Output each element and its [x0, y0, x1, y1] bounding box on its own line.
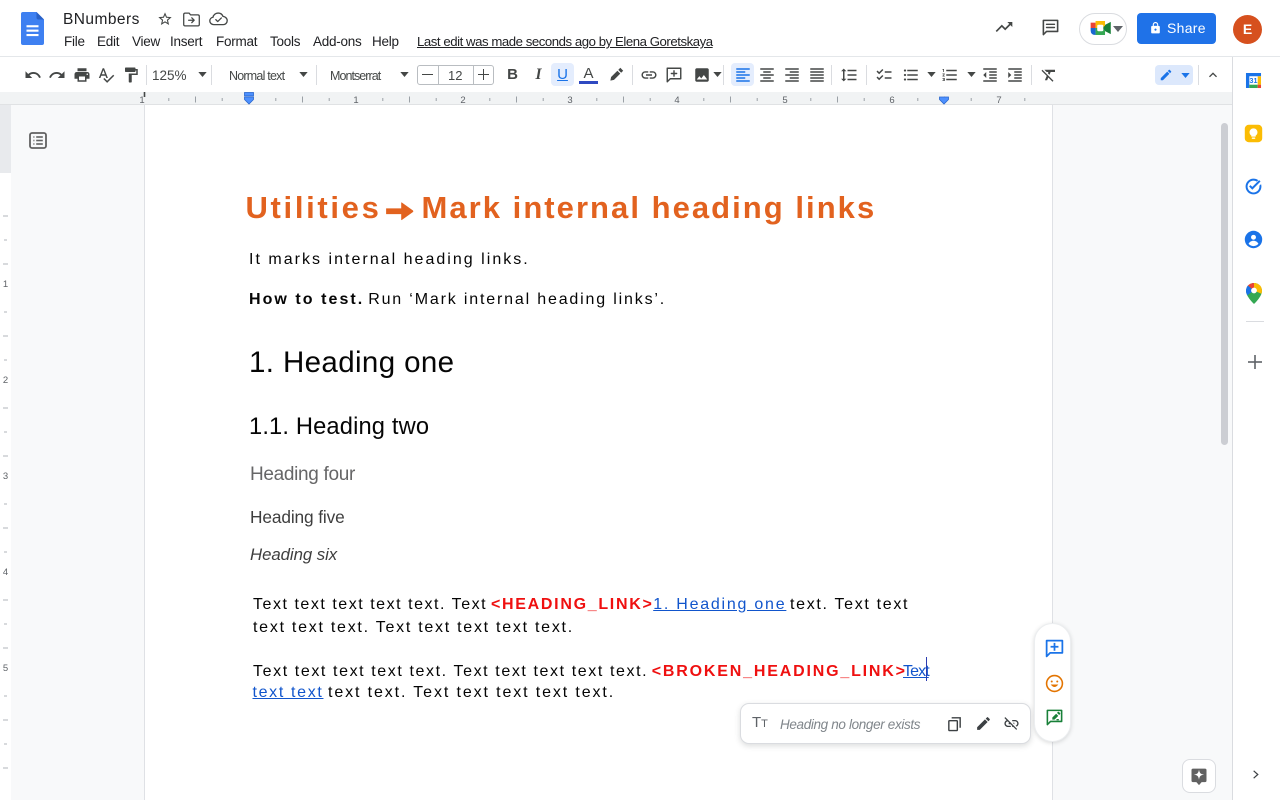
svg-text:31: 31: [1250, 77, 1258, 85]
